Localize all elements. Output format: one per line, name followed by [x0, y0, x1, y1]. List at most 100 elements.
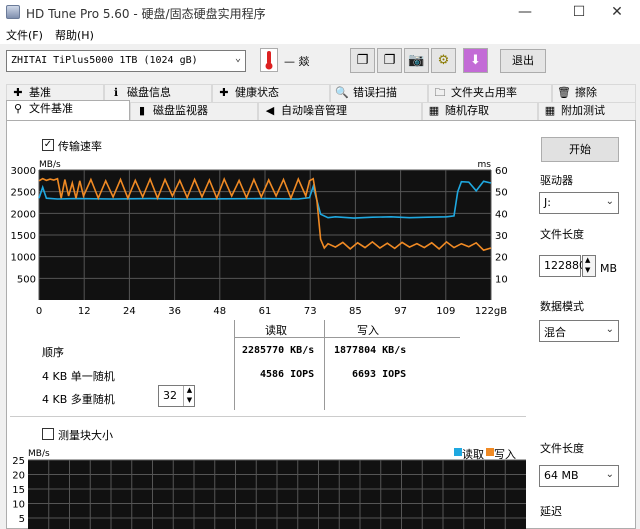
y-right-tick-label: 30 [495, 231, 508, 242]
transfer-rate-chart-svg: 0 12 24 36 48 61 73 85 97 109 122gB 3000 60 2500 50 200… [11, 160, 508, 317]
y-left-tick-label: 1500 [11, 231, 36, 242]
copy-image-button[interactable]: ❐ [377, 48, 402, 73]
file-length-unit: MB [600, 262, 618, 275]
menu-help[interactable]: 帮助(H) [55, 27, 94, 43]
chevron-down-icon: ⌄ [605, 469, 614, 480]
block-size-label: 测量块大小 [58, 429, 113, 442]
file-length2-label: 文件长度 [540, 442, 584, 455]
exit-button[interactable]: 退出 [500, 49, 546, 73]
section-divider [10, 416, 526, 417]
health-icon: ✚ [219, 86, 229, 99]
tab-label: 擦除 [575, 86, 597, 99]
start-button[interactable]: 开始 [541, 137, 619, 162]
file-length-input[interactable]: 122880 [539, 255, 586, 277]
block-size-checkbox[interactable] [42, 428, 54, 440]
tab-tabsBottom-2[interactable]: ◀ 自动噪音管理 [258, 102, 422, 120]
file-length-spinner[interactable]: ▲ ▼ [582, 255, 596, 277]
close-button[interactable]: ✕ [594, 0, 640, 24]
menu-bar: 文件(F) 帮助(H) [0, 24, 640, 44]
y-right-tick-label: 50 [495, 188, 508, 199]
screenshot-button[interactable]: 📷 [404, 48, 429, 73]
x-tick-label: 85 [349, 306, 362, 317]
row-4k-single-read: 4586 IOPS [260, 369, 315, 380]
drive-label: 驱动器 [540, 174, 573, 187]
tab-label: 自动噪音管理 [281, 104, 347, 117]
speaker-icon: ◀ [265, 104, 275, 117]
transfer-rate-chart: 0 12 24 36 48 61 73 85 97 109 122gB 3000 60 2500 50 200… [10, 155, 526, 320]
y-left-tick-label: 3000 [11, 166, 36, 177]
y-right-unit: ms [478, 160, 492, 170]
block-size-chart: 25 20 15 10 5 MB/s [10, 444, 526, 529]
tab-tabsBottom-4[interactable]: ▦ 附加测试 [538, 102, 636, 120]
y-right-tick-label: 40 [495, 209, 508, 220]
chevron-down-icon: ⌄ [234, 53, 241, 64]
drive-select-value: ZHITAI TiPlus5000 1TB (1024 gB) [11, 55, 198, 66]
y-left-tick-label: 2000 [11, 209, 36, 220]
copy-image-icon: ❐ [383, 53, 396, 68]
spin-up-icon[interactable]: ▲ [585, 256, 590, 264]
x-tick-label: 61 [259, 306, 272, 317]
wrench-icon: ⚙ [437, 53, 450, 68]
file-length2-value: 64 MB [544, 469, 579, 482]
tab-tabsTop-2[interactable]: ✚ 健康状态 [212, 84, 330, 102]
spin-down-icon[interactable]: ▼ [585, 266, 590, 274]
chevron-down-icon: ⌄ [605, 324, 614, 335]
block-y-tick-label: 15 [12, 485, 25, 496]
tab-tabsBottom-3[interactable]: ▦ 随机存取 [422, 102, 538, 120]
folder-icon: 🗀 [434, 86, 446, 99]
tab-label: 基准 [29, 86, 51, 99]
y-right-tick-label: 10 [495, 274, 508, 285]
x-tick-label: 36 [168, 306, 181, 317]
options-button[interactable]: ⚙ [431, 48, 456, 73]
menu-file[interactable]: 文件(F) [6, 27, 43, 43]
block-y-tick-label: 25 [12, 456, 25, 467]
y-left-unit: MB/s [39, 160, 61, 170]
block-y-unit: MB/s [28, 449, 50, 459]
thermometer-icon [260, 48, 278, 72]
minimize-button[interactable]: — [502, 0, 548, 24]
legend-read-label: 读取 [462, 448, 484, 461]
drive-combo-value: J: [544, 196, 551, 209]
row-4k-single-write: 6693 IOPS [352, 369, 407, 380]
spin-down-icon[interactable]: ▼ [183, 396, 195, 406]
tab-row-bottom: ⚲ 文件基准 ▮ 磁盘监视器 ◀ 自动噪音管理 ▦ 随机存取 ▦ 附加测试 [6, 100, 636, 120]
tab-tabsBottom-0[interactable]: ⚲ 文件基准 [6, 100, 130, 120]
data-mode-combo[interactable]: 混合 ⌄ [539, 320, 619, 342]
transfer-rate-checkbox[interactable]: ✓ [42, 139, 54, 151]
tab-label: 随机存取 [445, 104, 489, 117]
results-col-write: 写入 [357, 324, 379, 337]
x-tick-label: 24 [123, 306, 136, 317]
file-length-label: 文件长度 [540, 228, 584, 241]
queue-depth-spinner[interactable]: 32 ▲ ▼ [158, 385, 195, 407]
block-size-chart-svg: 25 20 15 10 5 MB/s [12, 449, 526, 529]
copy-text-button[interactable]: ❐ [350, 48, 375, 73]
x-tick-label: 12 [78, 306, 91, 317]
monitor-icon: ▮ [138, 104, 146, 117]
drive-combo[interactable]: J: ⌄ [539, 192, 619, 214]
download-arrow-icon: ⬇ [470, 53, 481, 68]
y-left-tick-label: 500 [17, 274, 36, 285]
copy-icon: ❐ [356, 53, 369, 68]
file-length2-combo[interactable]: 64 MB ⌄ [539, 465, 619, 487]
block-y-tick-label: 10 [12, 500, 25, 511]
temperature-readout: — 燚 [284, 55, 310, 68]
x-tick-label: 97 [394, 306, 407, 317]
drive-select[interactable]: ZHITAI TiPlus5000 1TB (1024 gB) ⌄ [6, 50, 246, 72]
title-bar: HD Tune Pro 5.60 - 硬盘/固态硬盘实用程序 — ☐ ✕ [0, 0, 640, 24]
x-tick-label: 122gB [475, 306, 507, 317]
spin-up-icon[interactable]: ▲ [183, 386, 195, 396]
random-icon: ▦ [428, 104, 440, 117]
y-left-tick-label: 1000 [11, 253, 36, 264]
tab-tabsBottom-1[interactable]: ▮ 磁盘监视器 [130, 102, 258, 120]
row-sequential-label: 顺序 [42, 346, 64, 359]
tab-label: 磁盘信息 [127, 86, 171, 99]
delay-label: 延迟 [540, 505, 562, 518]
results-divider-1 [234, 320, 235, 410]
tab-tabsTop-5[interactable]: 🗑 擦除 [552, 84, 636, 102]
app-icon [6, 5, 20, 19]
benchmark-icon: ✚ [13, 86, 23, 99]
tab-tabsTop-4[interactable]: 🗀 文件夹占用率 [428, 84, 552, 102]
data-mode-value: 混合 [544, 326, 566, 339]
save-button[interactable]: ⬇ [463, 48, 488, 73]
tab-tabsTop-3[interactable]: 🔍 错误扫描 [330, 84, 428, 102]
